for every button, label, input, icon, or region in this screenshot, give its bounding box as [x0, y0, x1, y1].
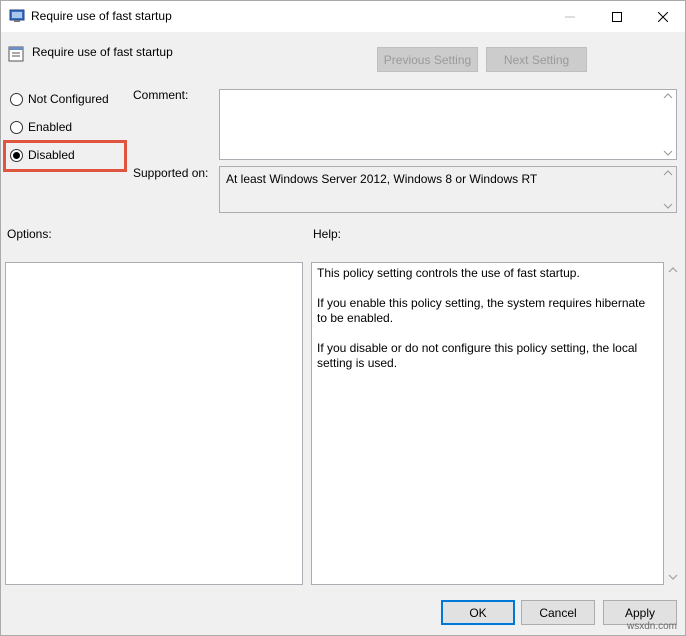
help-scrollbar[interactable]: [664, 262, 681, 585]
watermark: wsxdn.com: [627, 621, 678, 632]
supported-on-field: At least Windows Server 2012, Windows 8 …: [219, 166, 677, 213]
ok-button[interactable]: OK: [441, 600, 515, 625]
previous-setting-button[interactable]: Previous Setting: [377, 47, 478, 72]
scroll-up-icon[interactable]: [663, 93, 673, 99]
comment-scrollbar[interactable]: [659, 90, 676, 159]
maximize-button[interactable]: [594, 1, 640, 32]
scroll-up-icon[interactable]: [668, 267, 678, 273]
help-label: Help:: [313, 227, 342, 241]
options-label: Options:: [7, 227, 52, 241]
supported-on-value: At least Windows Server 2012, Windows 8 …: [226, 172, 538, 186]
cancel-button[interactable]: Cancel: [521, 600, 595, 625]
help-pane: This policy setting controls the use of …: [311, 262, 664, 585]
radio-label: Enabled: [28, 120, 73, 134]
help-paragraph: This policy setting controls the use of …: [317, 266, 580, 280]
maximize-icon: [612, 11, 622, 22]
policy-dialog: Require use of fast startup Require use …: [0, 0, 686, 636]
help-paragraph: If you disable or do not configure this …: [317, 341, 638, 370]
title-bar[interactable]: Require use of fast startup: [1, 1, 685, 32]
radio-circle[interactable]: [10, 92, 23, 106]
supported-on-label: Supported on:: [133, 166, 209, 180]
help-paragraph: If you enable this policy setting, the s…: [317, 296, 646, 325]
next-setting-button[interactable]: Next Setting: [486, 47, 587, 72]
scroll-up-icon[interactable]: [663, 170, 673, 176]
supported-scrollbar[interactable]: [659, 167, 676, 212]
policy-title: Require use of fast startup: [32, 45, 173, 59]
minimize-button[interactable]: [547, 1, 593, 32]
close-icon: [658, 11, 668, 22]
window-title: Require use of fast startup: [31, 9, 172, 23]
radio-circle[interactable]: [10, 120, 23, 134]
options-pane: [5, 262, 303, 585]
minimize-icon: [565, 16, 575, 17]
radio-not-configured[interactable]: Not Configured: [10, 92, 109, 106]
help-text: This policy setting controls the use of …: [317, 266, 657, 386]
radio-label: Not Configured: [28, 92, 109, 106]
highlight-box: [3, 140, 127, 172]
radio-enabled[interactable]: Enabled: [10, 120, 72, 134]
scroll-down-icon[interactable]: [663, 203, 673, 209]
comment-input[interactable]: [219, 89, 677, 160]
close-button[interactable]: [640, 1, 686, 32]
scroll-down-icon[interactable]: [663, 150, 673, 156]
comment-label: Comment:: [133, 88, 189, 102]
scroll-down-icon[interactable]: [668, 574, 678, 580]
policy-app-icon: [9, 9, 25, 22]
policy-setting-icon: [8, 46, 24, 62]
